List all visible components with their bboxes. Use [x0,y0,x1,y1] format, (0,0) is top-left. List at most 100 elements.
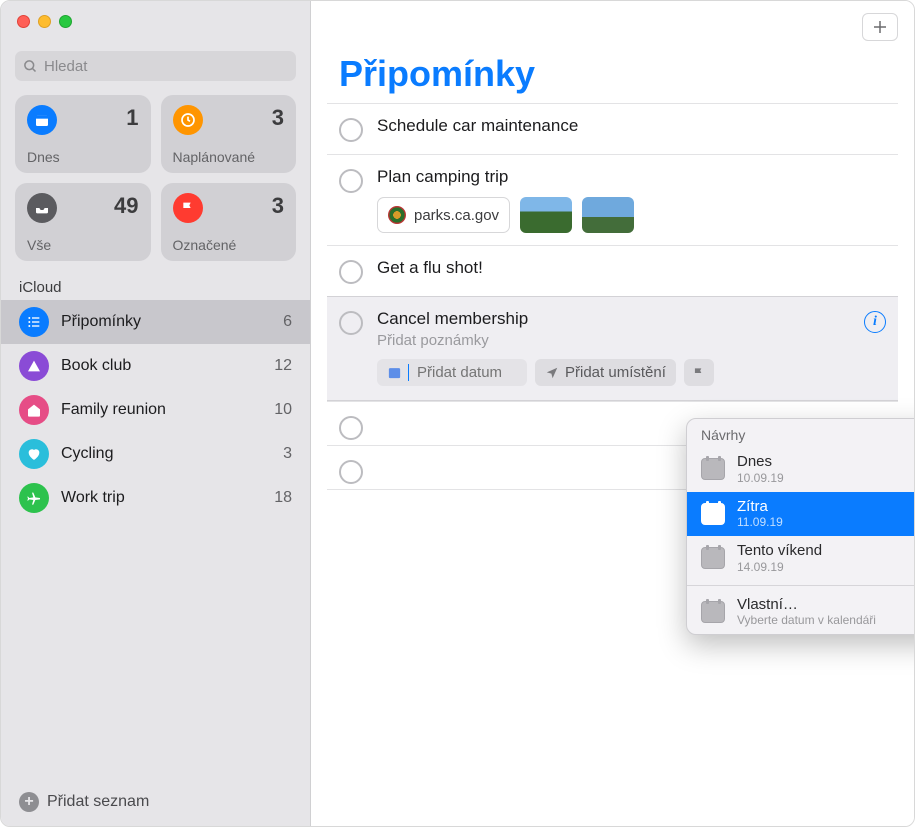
calendar-icon [387,365,402,380]
section-header-icloud[interactable]: iCloud [1,271,310,300]
search-input[interactable]: Hledat [15,51,296,81]
complete-toggle[interactable] [339,311,363,335]
url-attachment-label: parks.ca.gov [414,207,499,224]
sidebar-list-item[interactable]: Book club 12 [1,344,310,388]
add-date-input[interactable] [417,364,517,381]
notes-placeholder[interactable]: Přidat poznámky [377,332,886,349]
info-button[interactable]: i [864,311,886,333]
list-count: 6 [283,313,292,331]
add-flag-button[interactable] [684,359,714,386]
clock-icon [173,105,203,135]
list-count: 12 [274,357,292,375]
complete-toggle[interactable] [339,118,363,142]
sidebar: Hledat 1 Dnes 3 Naplánovan [1,1,311,826]
reminder-title: Schedule car maintenance [377,116,886,136]
list-name: Family reunion [61,401,262,419]
calendar-icon [701,458,725,480]
location-arrow-icon [545,366,559,380]
calendar-icon [701,547,725,569]
sidebar-list-item[interactable]: Připomínky 6 [1,300,310,344]
list-count: 18 [274,489,292,507]
calendar-icon [701,601,725,623]
smart-scheduled[interactable]: 3 Naplánované [161,95,297,173]
calendar-icon [701,503,725,525]
flag-icon [692,366,706,380]
complete-toggle[interactable] [339,260,363,284]
reminder-item-editing[interactable]: Cancel membership Přidat poznámky Přidat… [327,296,898,401]
search-placeholder: Hledat [44,58,87,75]
smart-today-count: 1 [126,105,138,131]
smart-flagged[interactable]: 3 Označené [161,183,297,261]
reminder-title: Plan camping trip [377,167,886,187]
smart-today-label: Dnes [27,149,139,165]
date-suggestion-subtitle: Vyberte datum v kalendáři [737,613,876,627]
reminder-title: Cancel membership [377,309,886,329]
add-list-button[interactable]: + Přidat seznam [1,778,310,826]
favicon-icon [388,206,406,224]
list-color-icon [19,307,49,337]
complete-toggle[interactable] [339,416,363,440]
calendar-today-icon [27,105,57,135]
window-controls [17,15,72,28]
list-color-icon [19,351,49,381]
date-suggestion-title: Vlastní… [737,597,876,614]
date-suggestion-title: Zítra [737,499,783,516]
image-attachment[interactable] [582,197,634,233]
close-window-button[interactable] [17,15,30,28]
inbox-icon [27,193,57,223]
add-reminder-button[interactable] [862,13,898,41]
popover-header: Návrhy [687,419,915,447]
flag-icon [173,193,203,223]
date-suggestion-custom[interactable]: Vlastní… Vyberte datum v kalendáři [687,590,915,635]
reminder-item[interactable]: Schedule car maintenance [327,103,898,154]
list-container: Připomínky 6 Book club 12 Family reunion 10 Cy… [1,300,310,778]
plus-icon [871,18,889,36]
date-suggestion[interactable]: Tento víkend14.09.19 [687,536,915,581]
add-list-label: Přidat seznam [47,793,149,811]
list-color-icon [19,483,49,513]
plus-circle-icon: + [19,792,39,812]
date-suggestion-date: 11.09.19 [737,515,783,529]
smart-lists: 1 Dnes 3 Naplánované 49 [1,91,310,271]
add-location-label: Přidat umístění [565,364,666,381]
add-location-button[interactable]: Přidat umístění [535,359,676,386]
smart-all-count: 49 [114,193,138,219]
smart-flagged-count: 3 [272,193,284,219]
date-suggestion[interactable]: Zítra11.09.19 [687,492,915,537]
smart-all[interactable]: 49 Vše [15,183,151,261]
list-color-icon [19,439,49,469]
complete-toggle[interactable] [339,169,363,193]
date-suggestion[interactable]: Dnes10.09.19 [687,447,915,492]
main-panel: Připomínky Schedule car maintenance Plan… [311,1,914,826]
reminder-item[interactable]: Plan camping trip parks.ca.gov [327,154,898,245]
smart-flagged-label: Označené [173,237,285,253]
minimize-window-button[interactable] [38,15,51,28]
add-date-button[interactable] [377,359,527,386]
sidebar-list-item[interactable]: Cycling 3 [1,432,310,476]
smart-today[interactable]: 1 Dnes [15,95,151,173]
list-color-icon [19,395,49,425]
toolbar [311,1,914,53]
reminder-title: Get a flu shot! [377,258,886,278]
app-window: Hledat 1 Dnes 3 Naplánovan [0,0,915,827]
smart-scheduled-label: Naplánované [173,149,285,165]
url-attachment[interactable]: parks.ca.gov [377,197,510,233]
list-count: 3 [283,445,292,463]
complete-toggle[interactable] [339,460,363,484]
list-name: Work trip [61,489,262,507]
list-count: 10 [274,401,292,419]
list-name: Book club [61,357,262,375]
date-suggestion-title: Tento víkend [737,543,822,560]
search-icon [23,59,38,74]
date-suggestions-popover: Návrhy Dnes10.09.19Zítra11.09.19Tento ví… [686,418,915,635]
list-name: Cycling [61,445,271,463]
zoom-window-button[interactable] [59,15,72,28]
sidebar-list-item[interactable]: Family reunion 10 [1,388,310,432]
sidebar-list-item[interactable]: Work trip 18 [1,476,310,520]
page-title: Připomínky [311,53,914,103]
smart-all-label: Vše [27,237,139,253]
date-suggestion-date: 14.09.19 [737,560,822,574]
list-name: Připomínky [61,313,271,331]
image-attachment[interactable] [520,197,572,233]
reminder-item[interactable]: Get a flu shot! [327,245,898,296]
